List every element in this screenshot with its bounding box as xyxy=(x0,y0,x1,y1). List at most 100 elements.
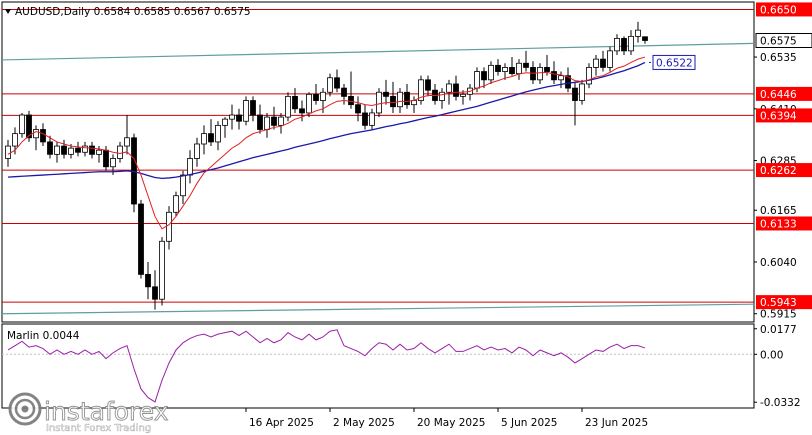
bull-candle-body xyxy=(124,137,130,147)
bull-candle-body xyxy=(187,158,193,176)
chart-canvas: AUDUSD,Daily 0.6584 0.6585 0.6567 0.6575… xyxy=(1,1,812,434)
bull-candle-body xyxy=(82,145,88,153)
bear-candle-body xyxy=(642,36,648,41)
chart-header: AUDUSD,Daily 0.6584 0.6585 0.6567 0.6575 xyxy=(5,6,251,18)
bull-candle-body xyxy=(397,91,403,108)
time-tick-label: 20 May 2025 xyxy=(417,417,485,429)
level-price-label: 0.6446 xyxy=(760,89,797,101)
bull-candle-body xyxy=(537,67,543,81)
bull-candle-body xyxy=(173,195,179,213)
bull-candle-body xyxy=(320,91,326,101)
level-price-label: 0.5943 xyxy=(760,297,797,309)
marlin-tick-label: 0.00 xyxy=(760,349,783,361)
bull-candle-body xyxy=(558,75,564,81)
bear-candle-body xyxy=(348,95,354,106)
bear-candle-body xyxy=(292,95,298,110)
bull-candle-body xyxy=(635,29,641,37)
price-axis: 0.65350.64100.62850.61650.60400.59150.66… xyxy=(754,2,812,321)
bull-candle-body xyxy=(12,133,18,147)
bear-candle-body xyxy=(75,147,81,153)
marlin-label: Marlin 0.0044 xyxy=(7,330,80,342)
price-pane: AUDUSD,Daily 0.6584 0.6585 0.6567 0.6575… xyxy=(1,1,755,323)
bear-candle-body xyxy=(40,129,46,143)
time-tick-label: 16 Apr 2025 xyxy=(249,417,314,429)
instaforex-logo-icon xyxy=(8,392,42,426)
bear-candle-body xyxy=(509,67,515,75)
bull-candle-body xyxy=(460,93,466,97)
ma-value-tag: 0.6522 xyxy=(649,54,696,70)
bull-candle-body xyxy=(201,133,207,145)
marlin-tick-label: -0.0332 xyxy=(760,397,801,409)
bear-candle-body xyxy=(257,114,263,130)
bull-candle-body xyxy=(474,71,480,89)
watermark-tagline: Instant Forex Trading xyxy=(46,423,151,434)
price-tick-label: 0.6165 xyxy=(760,205,797,217)
bull-candle-body xyxy=(229,114,235,120)
bear-candle-body xyxy=(425,79,431,91)
time-tick-label: 2 May 2025 xyxy=(333,417,395,429)
bull-candle-body xyxy=(327,77,333,93)
bull-candle-body xyxy=(502,67,508,72)
bull-candle-body xyxy=(166,211,172,242)
instaforex-watermark: instaforex Instant Forex Trading xyxy=(8,392,169,434)
bull-candle-body xyxy=(68,147,74,155)
bull-candle-body xyxy=(607,50,613,68)
marlin-pane: Marlin 0.0044 xyxy=(1,323,755,409)
marlin-tick-label: 0.0177 xyxy=(760,324,797,336)
bull-candle-body xyxy=(306,93,312,114)
bull-candle-body xyxy=(446,83,452,93)
bull-candle-body xyxy=(369,112,375,126)
bear-candle-body xyxy=(355,104,361,114)
bear-candle-body xyxy=(495,64,501,72)
watermark-brand: instaforex xyxy=(44,397,169,426)
current-price-label: 0.6575 xyxy=(760,35,797,47)
bear-candle-body xyxy=(313,93,319,101)
bull-candle-body xyxy=(488,64,494,81)
level-price-label: 0.6133 xyxy=(760,218,797,230)
bear-candle-body xyxy=(138,203,144,275)
bear-candle-body xyxy=(481,71,487,81)
bear-candle-body xyxy=(523,62,529,68)
bear-candle-body xyxy=(544,67,550,72)
bear-candle-body xyxy=(341,87,347,97)
bull-candle-body xyxy=(159,240,165,300)
time-tick-label: 23 Jun 2025 xyxy=(585,417,648,429)
bear-candle-body xyxy=(600,58,606,68)
level-price-label: 0.6262 xyxy=(760,165,797,177)
price-tick-label: 0.6040 xyxy=(760,257,797,269)
bull-candle-body xyxy=(614,38,620,52)
bear-candle-body xyxy=(236,114,242,122)
bear-candle-body xyxy=(334,77,340,89)
bull-candle-body xyxy=(180,174,186,197)
symbol-ohlc-header: AUDUSD,Daily 0.6584 0.6585 0.6567 0.6575 xyxy=(15,6,251,18)
marlin-axis: 0.0177 0.00 -0.0332 xyxy=(754,324,801,409)
bull-candle-body xyxy=(579,83,585,101)
bear-candle-body xyxy=(47,141,53,155)
bull-candle-body xyxy=(110,158,116,168)
bull-candle-body xyxy=(593,58,599,68)
bull-candle-body xyxy=(5,145,11,159)
bull-candle-body xyxy=(516,62,522,75)
bull-candle-body xyxy=(215,124,221,143)
bull-candle-body xyxy=(96,149,102,155)
bear-candle-body xyxy=(250,100,256,116)
bear-candle-body xyxy=(383,91,389,97)
ma-tag-value: 0.6522 xyxy=(656,57,693,69)
bear-candle-body xyxy=(453,83,459,97)
bear-candle-body xyxy=(152,286,158,300)
bear-candle-body xyxy=(89,145,95,155)
bear-candle-body xyxy=(103,149,109,168)
bear-candle-body xyxy=(362,112,368,126)
bear-candle-body xyxy=(572,87,578,101)
level-price-label: 0.6650 xyxy=(760,4,797,16)
bear-candle-body xyxy=(145,273,151,288)
bear-candle-body xyxy=(390,95,396,108)
bear-candle-body xyxy=(299,108,305,114)
bear-candle-body xyxy=(271,116,277,126)
bear-candle-body xyxy=(621,38,627,52)
bull-candle-body xyxy=(278,116,284,126)
level-price-label: 0.6394 xyxy=(760,110,797,122)
bull-candle-body xyxy=(33,129,39,139)
bull-candle-body xyxy=(628,35,634,52)
marlin-pane-frame xyxy=(1,323,755,409)
